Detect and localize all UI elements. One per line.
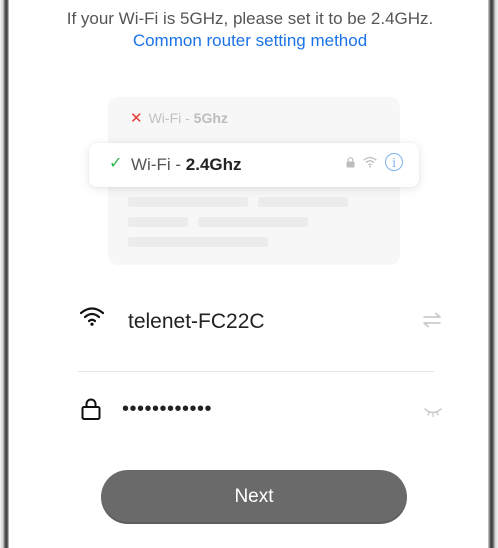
wifi-24ghz-prefix: Wi-Fi - [131,155,186,174]
next-button[interactable]: Next [101,470,407,524]
wifi-5ghz-row: ✕ Wi-Fi - 5Ghz [130,109,228,127]
device-bezel-right [488,0,498,548]
wifi-24ghz-card: ✓ Wi-Fi - 2.4Ghz i [89,143,419,187]
illustration-placeholder [128,217,188,227]
wifi-band-hint: If your Wi-Fi is 5GHz, please set it to … [30,8,470,52]
wifi-24ghz-band: 2.4Ghz [185,155,242,174]
wifi-icon [80,307,104,326]
field-divider [78,371,434,372]
illustration-placeholder [258,197,348,207]
router-setting-link[interactable]: Common router setting method [133,31,367,50]
hint-text: If your Wi-Fi is 5GHz, please set it to … [66,9,434,28]
ssid-value: telenet-FC22C [128,310,265,333]
lock-icon [81,398,101,420]
password-field[interactable]: •••••••••••• [78,393,444,433]
wifi-24ghz-icons: i [346,153,403,171]
wifi-setup-screen: If your Wi-Fi is 5GHz, please set it to … [0,0,498,548]
wifi-5ghz-band: 5Ghz [193,110,228,126]
wifi-5ghz-prefix: Wi-Fi - [148,110,194,126]
device-bezel-left [0,0,9,548]
info-icon: i [385,153,403,171]
illustration-placeholder [198,217,308,227]
close-icon: ✕ [130,110,143,127]
eye-icon[interactable] [424,407,442,417]
illustration-placeholder [128,197,248,207]
check-icon: ✓ [109,155,123,172]
small-lock-icon [346,156,355,167]
wifi-24ghz-label: Wi-Fi - 2.4Ghz [131,155,242,175]
ssid-field[interactable]: telenet-FC22C [78,300,444,344]
switch-network-icon[interactable] [422,312,442,328]
password-value: •••••••••••• [122,398,213,420]
illustration-placeholder [128,237,268,247]
small-wifi-icon [363,156,377,168]
